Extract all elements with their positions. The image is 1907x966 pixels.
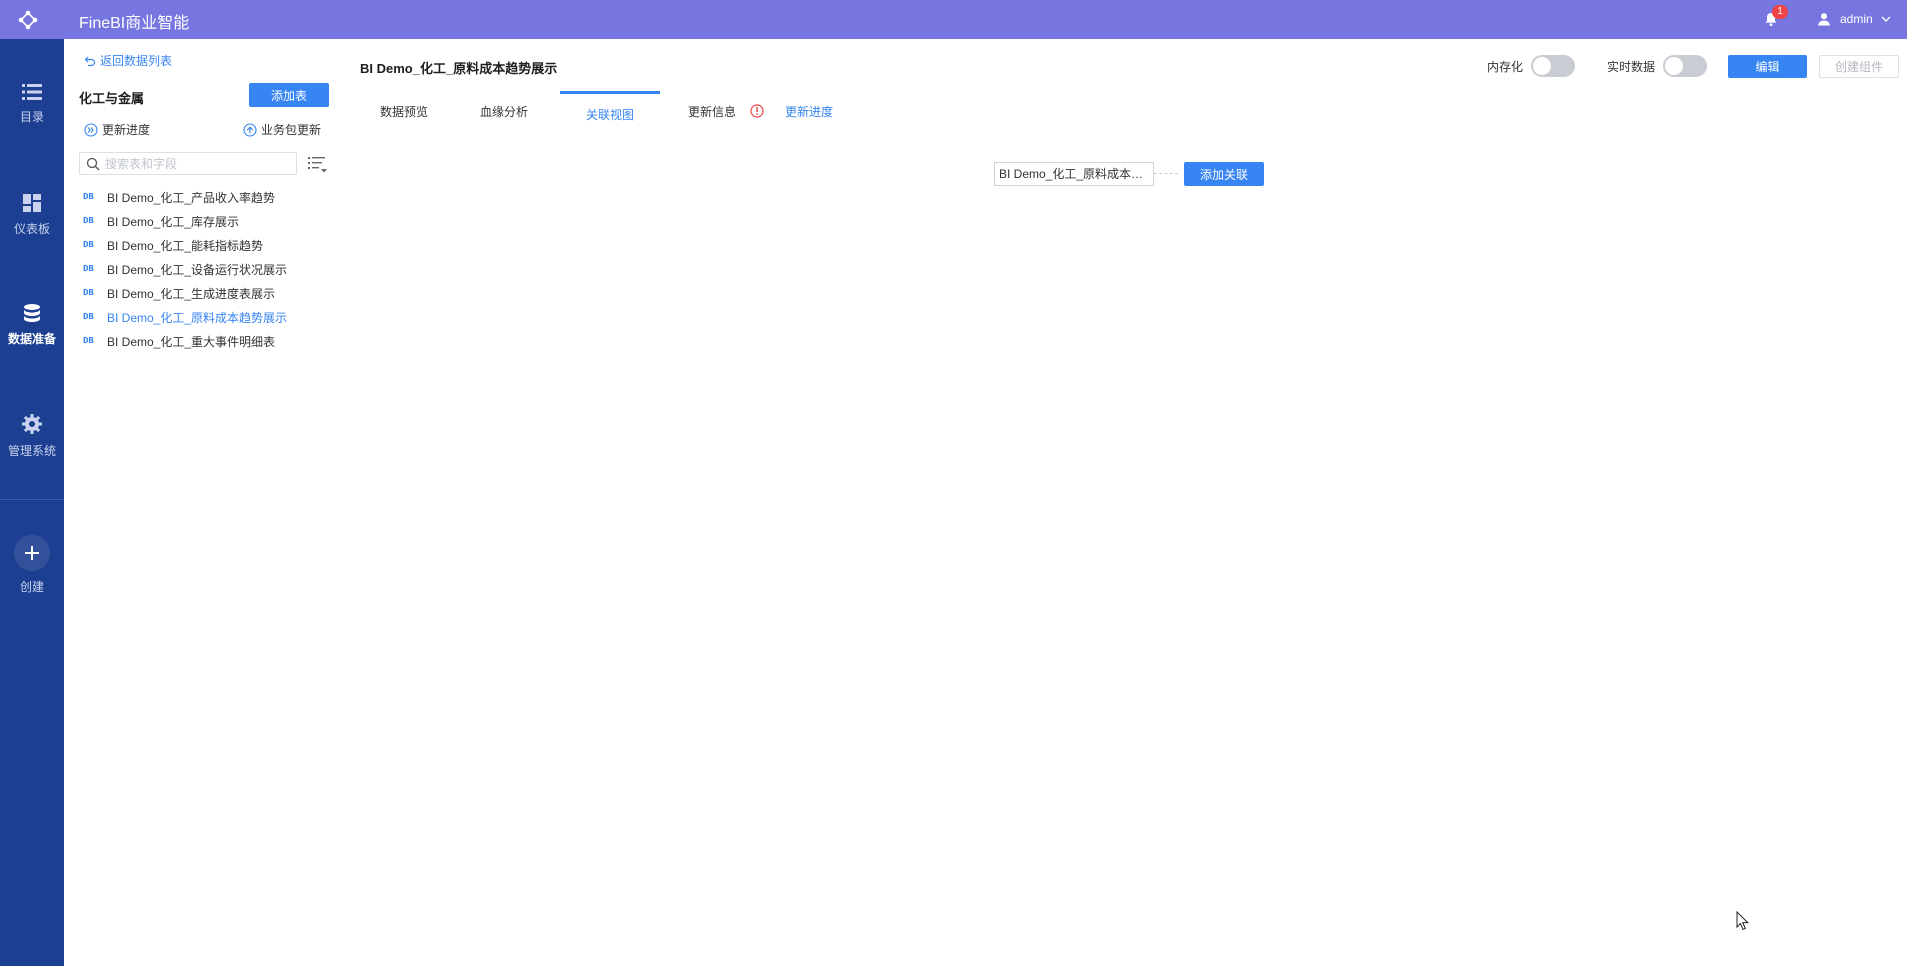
table-name: BI Demo_化工_重大事件明细表 (107, 334, 276, 349)
tab-label: 血缘分析 (479, 104, 528, 119)
nav-label: 目录 (19, 110, 44, 124)
table-name: BI Demo_化工_生成进度表展示 (107, 286, 276, 301)
db-icon: DB (83, 264, 94, 274)
edit-button[interactable]: 编辑 (1728, 55, 1807, 78)
table-search-input[interactable] (105, 153, 290, 174)
persist-toggle-label: 内存化 (1487, 59, 1524, 74)
back-to-data-list-link[interactable]: 返回数据列表 (84, 52, 172, 69)
nav-item-data-prep[interactable]: 数据准备 (0, 303, 64, 373)
tab-label: 关联视图 (585, 108, 634, 122)
nav-item-admin[interactable]: 管理系统 (0, 413, 64, 483)
table-name: BI Demo_化工_原料成本趋势展示 (107, 310, 288, 325)
chevron-down-icon[interactable] (1880, 13, 1892, 25)
persist-toggle-group: 内存化 (1487, 55, 1576, 77)
user-name[interactable]: admin (1840, 12, 1873, 26)
tab-lineage[interactable]: 血缘分析 (460, 91, 548, 131)
update-progress-link[interactable]: 更新进度 (785, 91, 833, 131)
add-table-button[interactable]: 添加表 (249, 83, 329, 107)
nav-label: 创建 (19, 580, 44, 594)
nav-item-catalog[interactable]: 目录 (0, 83, 64, 153)
tab-label: 更新信息 (687, 104, 736, 119)
list-icon (22, 84, 42, 100)
table-list-item[interactable]: DB BI Demo_化工_设备运行状况展示 (79, 257, 334, 281)
table-search-box (79, 152, 297, 175)
table-list-item[interactable]: DB BI Demo_化工_能耗指标趋势 (79, 233, 334, 257)
upload-icon (243, 122, 257, 137)
add-relation-button[interactable]: 添加关联 (1184, 162, 1264, 186)
realtime-toggle-group: 实时数据 (1607, 55, 1708, 77)
table-list-item[interactable]: DB BI Demo_化工_重大事件明细表 (79, 329, 334, 353)
notification-badge: 1 (1772, 5, 1788, 19)
tab-update-info[interactable]: 更新信息 (670, 91, 782, 131)
table-list-item[interactable]: DB BI Demo_化工_产品收入率趋势 (79, 185, 334, 209)
package-update-label: 业务包更新 (261, 123, 322, 137)
db-icon: DB (83, 240, 94, 250)
create-component-button[interactable]: 创建组件 (1819, 55, 1899, 78)
dashboard-icon (23, 194, 41, 212)
table-list-item[interactable]: DB BI Demo_化工_库存展示 (79, 209, 334, 233)
table-name: BI Demo_化工_能耗指标趋势 (107, 238, 264, 253)
update-progress-button[interactable]: 更新进度 (84, 121, 150, 138)
create-button[interactable] (14, 535, 50, 571)
update-progress-icon (84, 122, 98, 137)
db-icon: DB (83, 336, 94, 346)
tab-data-preview[interactable]: 数据预览 (360, 91, 448, 131)
db-icon: DB (83, 288, 94, 298)
persist-toggle[interactable] (1531, 55, 1576, 77)
app-title: FineBI商业智能 (79, 15, 190, 32)
table-name: BI Demo_化工_设备运行状况展示 (107, 262, 288, 277)
db-icon: DB (83, 312, 94, 322)
database-icon (24, 304, 40, 322)
back-label: 返回数据列表 (100, 54, 173, 68)
nav-label: 数据准备 (7, 332, 56, 346)
left-nav: 目录 仪表板 数据准备 管理系统 创建 (0, 39, 64, 966)
table-list-item-active[interactable]: DB BI Demo_化工_原料成本趋势展示 (79, 305, 334, 329)
alert-info-icon (750, 104, 764, 118)
back-arrow-icon (84, 56, 96, 66)
table-name: BI Demo_化工_库存展示 (107, 214, 240, 229)
db-icon: DB (83, 216, 94, 226)
nav-label: 管理系统 (7, 444, 56, 458)
package-update-button[interactable]: 业务包更新 (243, 121, 321, 138)
user-icon[interactable] (1817, 12, 1831, 26)
relation-connector (1154, 173, 1178, 174)
realtime-toggle-label: 实时数据 (1607, 59, 1656, 74)
table-list-item[interactable]: DB BI Demo_化工_生成进度表展示 (79, 281, 334, 305)
tab-bar: 数据预览 血缘分析 关联视图 更新信息 更新进度 (336, 91, 1236, 131)
update-progress-label: 更新进度 (102, 123, 151, 137)
db-icon: DB (83, 192, 94, 202)
realtime-toggle[interactable] (1663, 55, 1708, 77)
tab-label: 数据预览 (379, 104, 428, 119)
gear-icon (22, 414, 42, 434)
search-icon (86, 157, 100, 170)
nav-divider (0, 499, 64, 500)
table-title: BI Demo_化工_原料成本趋势展示 (360, 61, 558, 76)
sort-icon[interactable] (306, 154, 328, 174)
package-title: 化工与金属 (79, 91, 145, 106)
plus-icon (25, 546, 39, 560)
nav-label: 仪表板 (13, 222, 50, 236)
main-content: BI Demo_化工_原料成本趋势展示 内存化 实时数据 编辑 创建组件 数据预… (336, 39, 1907, 966)
top-bar: FineBI商业智能 1 admin (0, 0, 1907, 39)
fine-logo-icon[interactable] (18, 10, 38, 30)
tab-relation-view[interactable]: 关联视图 (560, 91, 660, 131)
table-list: DB BI Demo_化工_产品收入率趋势 DB BI Demo_化工_库存展示… (79, 185, 334, 353)
relation-table-node[interactable]: BI Demo_化工_原料成本趋势展示 (994, 162, 1154, 186)
nav-item-dashboard[interactable]: 仪表板 (0, 193, 64, 263)
nav-item-create[interactable]: 创建 (0, 535, 64, 605)
mouse-cursor-icon (1736, 911, 1750, 931)
table-name: BI Demo_化工_产品收入率趋势 (107, 190, 276, 205)
package-panel: 返回数据列表 化工与金属 添加表 更新进度 业务包更新 搜索表和字段 DB BI… (64, 39, 336, 966)
